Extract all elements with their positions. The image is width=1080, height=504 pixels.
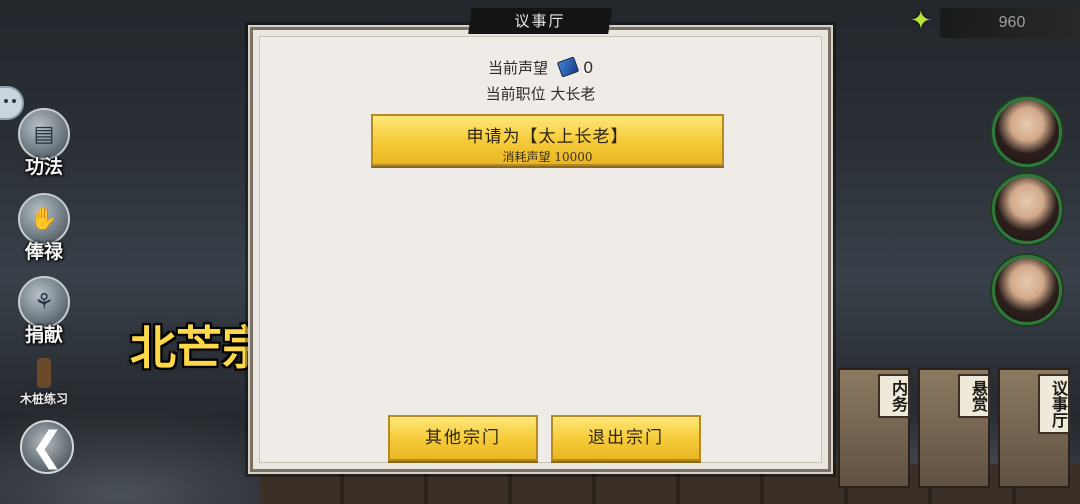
disciple-portrait[interactable]: [992, 97, 1062, 167]
apply-button-label: 申请为【太上长老】: [466, 127, 629, 147]
dialog-title: 议事厅: [514, 12, 566, 30]
other-sects-button[interactable]: 其他宗门: [388, 415, 538, 461]
task-card-internal-affairs[interactable]: 内务: [838, 368, 910, 488]
rank-label: 当前职位: [485, 85, 546, 103]
disciple-portrait[interactable]: [992, 255, 1062, 325]
currency-display: ✦ 960: [902, 6, 1080, 40]
sidebar-item-salary[interactable]: ✋ 俸禄: [14, 193, 74, 267]
leave-sect-button[interactable]: 退出宗门: [551, 415, 701, 461]
dialog-body: 当前声望 0 当前职位 大长老 申请为【太上长老】 消耗声望 10000 其他宗…: [259, 36, 822, 463]
sidebar-item-label: 功法: [24, 156, 63, 178]
sidebar-item-skills[interactable]: ▤ 功法: [14, 108, 74, 182]
rank-row: 当前职位 大长老: [260, 83, 821, 104]
chevron-left-icon: ❮: [30, 424, 64, 470]
rank-value: 大长老: [550, 85, 596, 103]
reputation-row: 当前声望 0: [260, 56, 821, 78]
task-card-label: 悬赏: [958, 374, 990, 418]
apply-promotion-button[interactable]: 申请为【太上长老】 消耗声望 10000: [371, 114, 724, 166]
sidebar-item-label: 俸禄: [24, 241, 63, 263]
council-hall-dialog: 当前声望 0 当前职位 大长老 申请为【太上长老】 消耗声望 10000 其他宗…: [248, 25, 833, 474]
task-card-bounty[interactable]: 悬赏: [918, 368, 990, 488]
sidebar-item-training[interactable]: 木桩练习: [14, 358, 74, 407]
spirit-stone-icon: ✦: [910, 6, 932, 36]
disciple-portrait[interactable]: [992, 174, 1062, 244]
sidebar-item-donate[interactable]: ⚘ 捐献: [14, 276, 74, 350]
reputation-label: 当前声望: [487, 59, 548, 77]
task-card-council-hall[interactable]: 议事厅: [998, 368, 1070, 488]
apply-button-cost: 消耗声望 10000: [502, 150, 593, 164]
reputation-icon: [556, 56, 579, 78]
sidebar-item-label: 木桩练习: [19, 392, 68, 406]
task-card-label: 议事厅: [1038, 374, 1070, 434]
back-button[interactable]: ❮: [20, 420, 74, 474]
currency-value: 960: [998, 14, 1026, 31]
task-card-label: 内务: [878, 374, 910, 418]
training-dummy-icon: [37, 358, 51, 388]
sect-name: 北芒宗: [130, 321, 268, 375]
sidebar-item-label: 捐献: [24, 324, 63, 346]
reputation-value: 0: [583, 58, 594, 77]
